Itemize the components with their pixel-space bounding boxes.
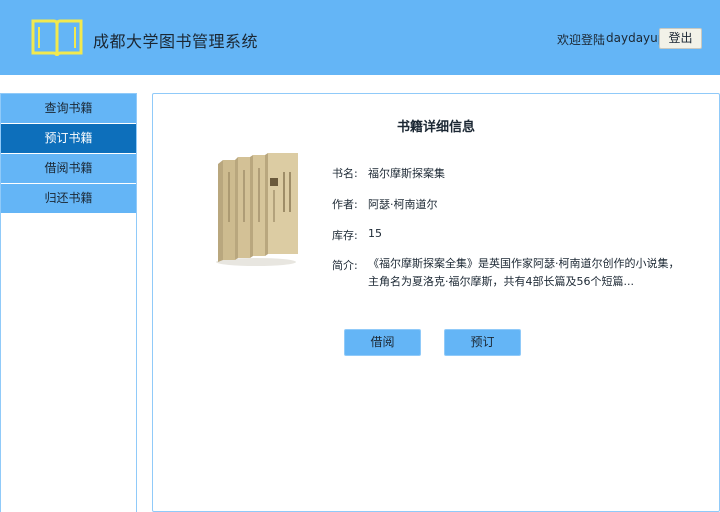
logout-button[interactable]: 登出 xyxy=(659,28,702,49)
sidebar-item-query-books[interactable]: 查询书籍 xyxy=(1,94,136,123)
author-value: 阿瑟·柯南道尔 xyxy=(368,198,438,211)
app-header: 成都大学图书管理系统 欢迎登陆 daydayup 登出 xyxy=(0,0,720,75)
author-label: 作者: xyxy=(332,198,358,211)
welcome-text: 欢迎登陆 xyxy=(557,33,606,47)
app-title: 成都大学图书管理系统 xyxy=(93,32,259,51)
book-name-value: 福尔摩斯探案集 xyxy=(368,167,445,180)
book-cover-image xyxy=(216,153,298,266)
open-book-icon xyxy=(31,19,83,57)
borrow-button[interactable]: 借阅 xyxy=(344,329,421,356)
stock-value: 15 xyxy=(368,227,382,240)
summary-label: 简介: xyxy=(332,259,358,272)
book-detail-panel: 书籍详细信息 书名: 福尔摩斯探案集 作者: 阿瑟·柯南道尔 库存: 15 简介… xyxy=(152,93,720,512)
stock-label: 库存: xyxy=(332,229,358,242)
sidebar-item-reserve-books[interactable]: 预订书籍 xyxy=(1,124,136,153)
username-label: daydayup xyxy=(606,31,666,45)
summary-value: 《福尔摩斯探案全集》是英国作家阿瑟·柯南道尔创作的小说集，主角名为夏洛克·福尔摩… xyxy=(368,257,680,288)
reserve-button[interactable]: 预订 xyxy=(444,329,521,356)
sidebar-item-borrow-books[interactable]: 借阅书籍 xyxy=(1,154,136,183)
book-name-label: 书名: xyxy=(332,167,358,180)
sidebar-item-return-books[interactable]: 归还书籍 xyxy=(1,184,136,213)
sidebar: 查询书籍 预订书籍 借阅书籍 归还书籍 xyxy=(0,93,137,512)
detail-title: 书籍详细信息 xyxy=(396,120,475,135)
